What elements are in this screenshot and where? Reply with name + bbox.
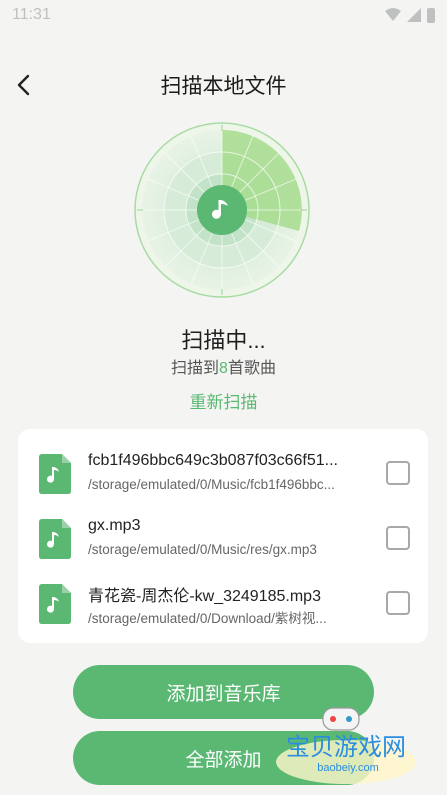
file-checkbox[interactable] bbox=[386, 461, 410, 485]
file-checkbox[interactable] bbox=[386, 591, 410, 615]
music-note-badge bbox=[197, 185, 247, 235]
music-file-icon bbox=[39, 519, 71, 559]
scan-count-number: 8 bbox=[219, 360, 228, 377]
wifi-icon bbox=[385, 8, 401, 21]
rescan-button[interactable]: 重新扫描 bbox=[0, 388, 447, 413]
music-note-icon bbox=[212, 200, 228, 219]
header: 扫描本地文件 bbox=[0, 60, 447, 110]
watermark-title: 宝贝游戏网 bbox=[286, 734, 406, 761]
back-button[interactable] bbox=[10, 72, 36, 98]
status-icons bbox=[385, 7, 435, 23]
file-name: fcb1f496bbc649c3b087f03c66f51... bbox=[88, 452, 338, 469]
file-path: /storage/emulated/0/Download/紫树视... bbox=[88, 611, 327, 626]
status-time: 11:31 bbox=[12, 6, 51, 23]
file-path: /storage/emulated/0/Music/res/gx.mp3 bbox=[88, 542, 317, 557]
page-title: 扫描本地文件 bbox=[160, 75, 287, 98]
music-file-icon bbox=[39, 584, 71, 624]
watermark-logo: 宝贝游戏网 baobeiy.com bbox=[276, 707, 416, 784]
scan-status: 扫描中... bbox=[181, 328, 266, 353]
list-item[interactable]: gx.mp3 /storage/emulated/0/Music/res/gx.… bbox=[18, 509, 428, 575]
signal-icon bbox=[407, 8, 421, 22]
scan-count-suffix: 首歌曲 bbox=[227, 360, 276, 377]
file-name: gx.mp3 bbox=[88, 517, 141, 534]
scan-radar bbox=[134, 122, 310, 298]
file-checkbox[interactable] bbox=[386, 526, 410, 550]
chevron-left-icon bbox=[17, 74, 30, 96]
music-file-icon bbox=[39, 454, 71, 494]
file-path: /storage/emulated/0/Music/fcb1f496bbc... bbox=[88, 477, 335, 492]
battery-icon bbox=[427, 7, 435, 23]
status-bar: 11:31 bbox=[0, 0, 447, 30]
list-item[interactable]: fcb1f496bbc649c3b087f03c66f51... /storag… bbox=[18, 444, 428, 510]
scan-count-prefix: 扫描到 bbox=[171, 360, 220, 377]
file-list: fcb1f496bbc649c3b087f03c66f51... /storag… bbox=[18, 429, 428, 643]
file-name: 青花瓷-周杰伦-kw_3249185.mp3 bbox=[88, 588, 321, 605]
list-item[interactable]: 青花瓷-周杰伦-kw_3249185.mp3 /storage/emulated… bbox=[18, 574, 428, 640]
watermark-url: baobeiy.com bbox=[317, 762, 379, 774]
scan-count: 扫描到8首歌曲 bbox=[0, 354, 447, 378]
